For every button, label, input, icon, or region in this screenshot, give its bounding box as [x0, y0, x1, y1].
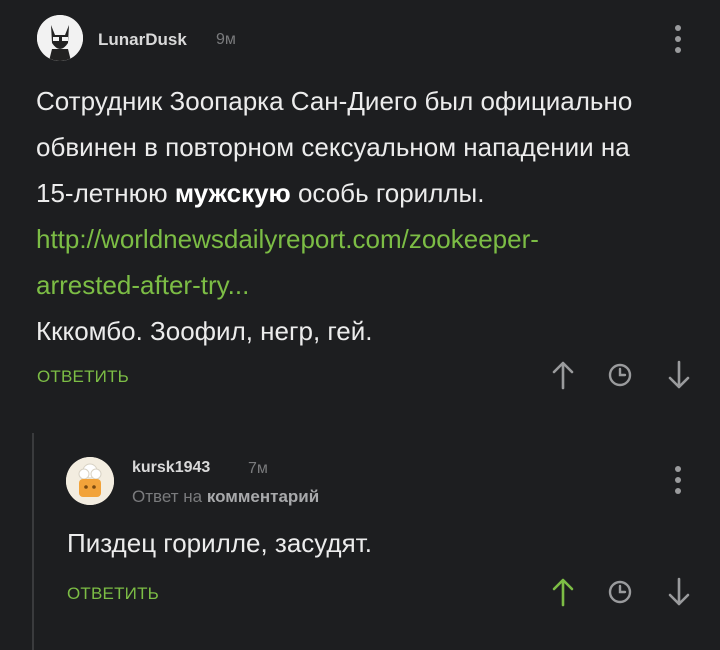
bold-text: мужскую — [174, 178, 291, 208]
arrow-down-icon[interactable] — [668, 577, 690, 607]
avatar[interactable] — [66, 457, 114, 505]
clock-icon[interactable] — [608, 363, 632, 387]
comment-line: обвинен в повторном сексуальном нападени… — [36, 132, 630, 162]
clock-icon[interactable] — [608, 580, 632, 604]
comment-author[interactable]: LunarDusk — [98, 30, 187, 50]
comment-time: 7м — [248, 460, 268, 477]
reply-button[interactable]: ОТВЕТИТЬ — [67, 584, 159, 604]
arrow-down-icon[interactable] — [668, 360, 690, 390]
comment-time: 9м — [216, 31, 236, 48]
more-vertical-icon[interactable] — [675, 466, 681, 499]
comment-body: Сотрудник Зоопарка Сан-Диего был официал… — [36, 78, 706, 354]
comment-body: Пиздец горилле, засудят. — [67, 528, 372, 558]
avatar-image — [37, 15, 83, 61]
thread-line — [32, 433, 34, 650]
avatar[interactable] — [37, 15, 83, 61]
reply-to-label: Ответ на комментарий — [132, 487, 320, 506]
comment-author[interactable]: kursk1943 — [132, 459, 210, 477]
comment-line: Сотрудник Зоопарка Сан-Диего был официал… — [36, 86, 633, 116]
arrow-up-icon[interactable] — [552, 577, 574, 607]
reply-button[interactable]: ОТВЕТИТЬ — [37, 367, 129, 387]
avatar-image — [66, 457, 114, 505]
comment-line: Кккомбо. Зоофил, негр, гей. — [36, 316, 373, 346]
more-vertical-icon[interactable] — [675, 25, 681, 58]
comment-line: 15-летнюю мужскую особь гориллы. — [36, 178, 485, 208]
arrow-up-icon[interactable] — [552, 360, 574, 390]
comment-link[interactable]: http://worldnewsdailyreport.com/zookeepe… — [36, 216, 706, 308]
reply-to-link[interactable]: комментарий — [207, 487, 319, 506]
